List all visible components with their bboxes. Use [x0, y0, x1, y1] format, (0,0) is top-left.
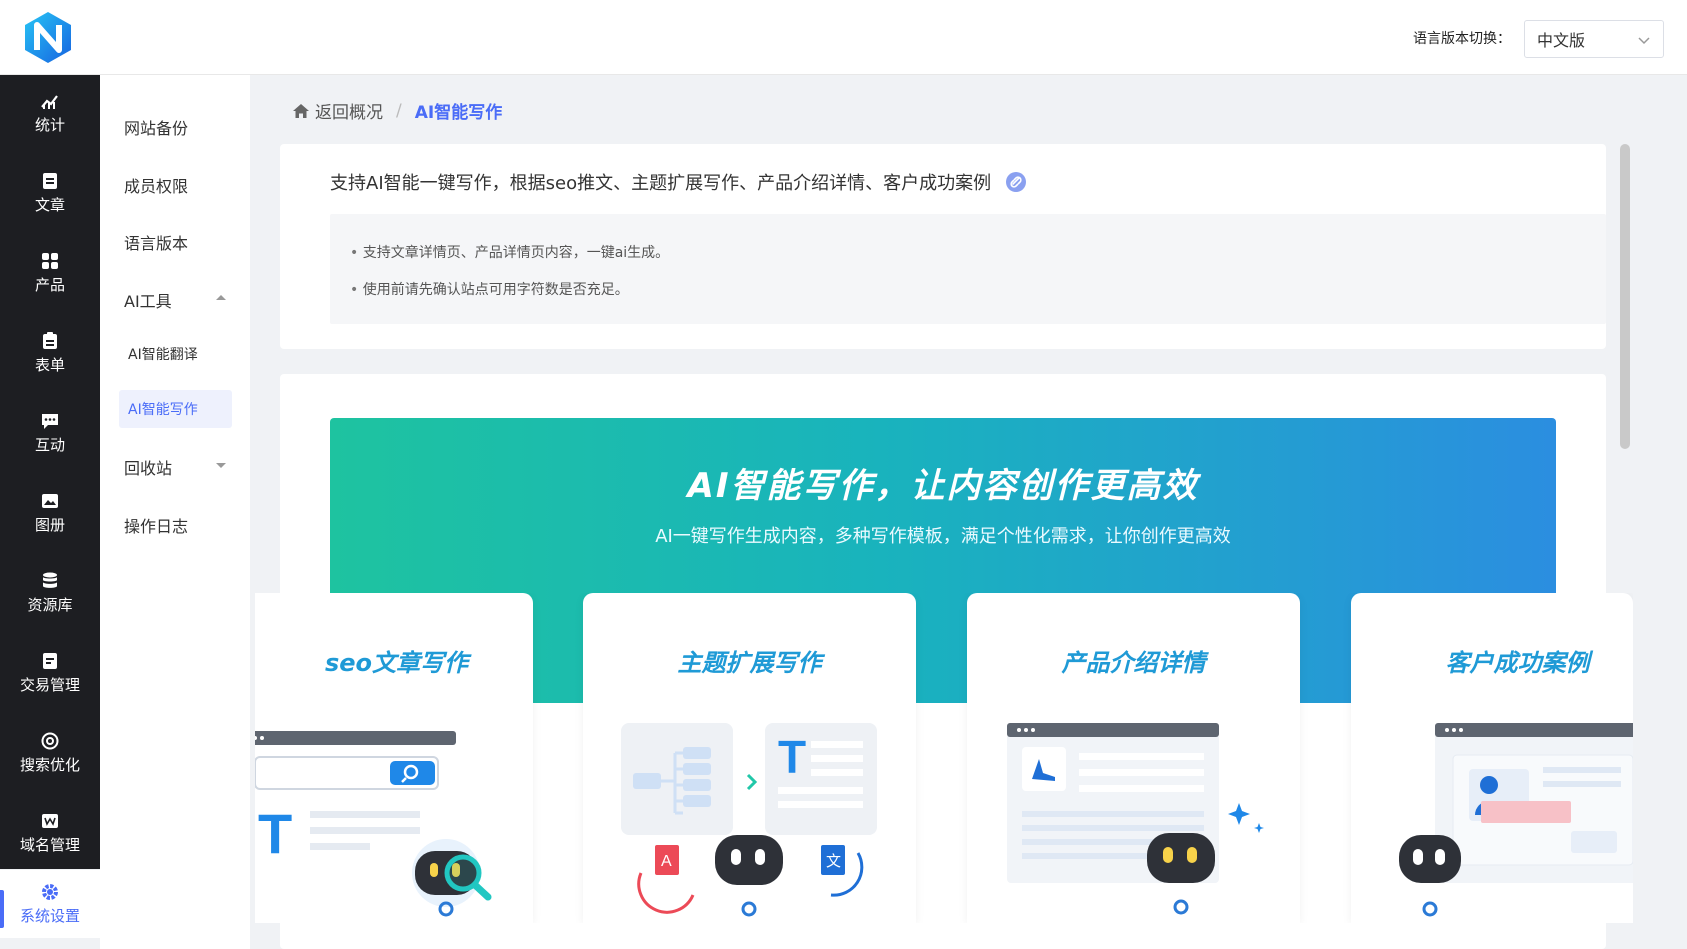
target-icon — [41, 732, 59, 750]
subnav-item-recycle-bin[interactable]: 回收站 — [124, 455, 172, 479]
case-robot-illustration — [1399, 723, 1633, 917]
caret-up-icon — [216, 295, 226, 300]
template-cards: seo文章写作 T 主题扩展写作 T A 文 产品介绍详情 客户成功案例 — [255, 593, 1633, 923]
hero-subtitle: AI一键写作生成内容，多种写作模板，满足个性化需求，让你创作更高效 — [655, 526, 1231, 547]
language-switch-label: 语言版本切换： — [1413, 31, 1511, 47]
template-card-product-detail[interactable]: 产品介绍详情 — [967, 593, 1300, 923]
vertical-scrollbar[interactable] — [1620, 144, 1630, 449]
caret-down-icon — [216, 463, 226, 468]
top-header: 语言版本切换： 中文版 — [0, 0, 1687, 75]
nav-item-gallery[interactable]: 图册 — [0, 477, 100, 549]
subnav-item-website-backup[interactable]: 网站备份 — [124, 115, 188, 139]
intro-tips: 支持文章详情页、产品详情页内容，一键ai生成。 使用前请先确认站点可用字符数是否… — [330, 214, 1606, 324]
nav-label: 统计 — [34, 116, 65, 134]
svg-text:A: A — [661, 853, 672, 870]
template-card-theme-expansion[interactable]: 主题扩展写作 T A 文 — [583, 593, 916, 923]
nav-item-resources[interactable]: 资源库 — [0, 557, 100, 629]
subnav-item-ai-writing[interactable]: AI智能写作 — [119, 390, 232, 428]
article-icon — [43, 173, 57, 189]
hero-title: AI智能写作，让内容创作更高效 — [687, 466, 1199, 506]
nav-label: 产品 — [34, 276, 65, 294]
nav-label: 域名管理 — [19, 836, 80, 854]
svg-text:T: T — [258, 802, 292, 865]
nav-label: 系统设置 — [19, 907, 80, 925]
active-indicator — [0, 890, 4, 928]
svg-text:T: T — [778, 731, 806, 783]
intro-card: 支持AI智能一键写作，根据seo推文、主题扩展写作、产品介绍详情、客户成功案例 … — [280, 144, 1606, 349]
grid-icon — [42, 253, 58, 269]
nav-label: 交易管理 — [19, 676, 80, 694]
intro-tip: 支持文章详情页、产品详情页内容，一键ai生成。 — [350, 242, 1606, 262]
subnav-item-ai-tools[interactable]: AI工具 — [124, 288, 172, 312]
chevron-down-icon — [1638, 37, 1650, 45]
breadcrumb-current: AI智能写作 — [414, 103, 503, 123]
subnav-item-language-version[interactable]: 语言版本 — [124, 230, 188, 254]
nav-label: 表单 — [34, 356, 65, 374]
database-icon — [43, 572, 57, 588]
template-card-title: 主题扩展写作 — [677, 649, 822, 677]
nav-item-statistics[interactable]: 统计 — [0, 77, 100, 149]
nav-label: 搜索优化 — [19, 756, 80, 774]
nav-item-products[interactable]: 产品 — [0, 237, 100, 309]
settings-subnav: 网站备份 成员权限 语言版本 AI工具 AI智能翻译 AI智能写作 回收站 操作… — [100, 75, 250, 949]
breadcrumb-home-link[interactable]: 返回概况 — [292, 98, 383, 123]
domain-icon — [42, 814, 58, 828]
product-robot-illustration — [1007, 723, 1264, 915]
nav-item-interaction[interactable]: 互动 — [0, 397, 100, 469]
gallery-icon — [42, 494, 58, 508]
subnav-label: AI智能写作 — [128, 402, 198, 418]
nav-label: 互动 — [34, 436, 65, 454]
gear-icon — [42, 884, 58, 900]
template-card-title: 客户成功案例 — [1445, 649, 1590, 677]
template-card-title: 产品介绍详情 — [1061, 649, 1206, 677]
intro-tip: 使用前请先确认站点可用字符数是否充足。 — [350, 279, 1606, 299]
subnav-item-member-permissions[interactable]: 成员权限 — [124, 173, 188, 197]
subnav-item-operation-log[interactable]: 操作日志 — [124, 513, 188, 537]
intro-title: 支持AI智能一键写作，根据seo推文、主题扩展写作、产品介绍详情、客户成功案例 — [330, 169, 1027, 195]
mindmap-robot-illustration: T A 文 — [621, 723, 877, 917]
main-sidebar: 统计 文章 产品 表单 互动 图册 资源库 交易管理 搜索优化 域名管理 — [0, 75, 100, 869]
order-icon — [43, 653, 57, 669]
seo-robot-illustration: T — [255, 731, 492, 917]
nav-item-seo[interactable]: 搜索优化 — [0, 717, 100, 789]
nav-item-domains[interactable]: 域名管理 — [0, 797, 100, 869]
nav-label: 文章 — [34, 196, 65, 214]
nav-item-forms[interactable]: 表单 — [0, 317, 100, 389]
link-icon[interactable] — [1005, 171, 1027, 193]
breadcrumb-separator: / — [396, 100, 402, 121]
nav-item-system-settings[interactable]: 系统设置 — [0, 870, 100, 938]
language-select[interactable]: 中文版 — [1524, 20, 1664, 58]
nav-item-articles[interactable]: 文章 — [0, 157, 100, 229]
nav-item-transactions[interactable]: 交易管理 — [0, 637, 100, 709]
nav-label: 图册 — [34, 516, 65, 534]
intro-title-text: 支持AI智能一键写作，根据seo推文、主题扩展写作、产品介绍详情、客户成功案例 — [330, 173, 992, 194]
template-card-title: seo文章写作 — [324, 649, 469, 677]
clipboard-icon — [43, 332, 57, 349]
language-select-value: 中文版 — [1537, 31, 1586, 50]
subnav-item-ai-translate[interactable]: AI智能翻译 — [128, 344, 198, 364]
chat-icon — [42, 414, 58, 429]
chart-icon — [41, 95, 58, 109]
logo[interactable] — [22, 10, 74, 65]
template-card-seo[interactable]: seo文章写作 T — [255, 593, 533, 923]
breadcrumb: 返回概况 / AI智能写作 — [292, 98, 502, 123]
template-card-customer-case[interactable]: 客户成功案例 — [1351, 593, 1633, 923]
svg-text:文: 文 — [826, 853, 841, 870]
breadcrumb-home-label: 返回概况 — [315, 103, 383, 123]
nav-label: 资源库 — [27, 596, 73, 614]
home-icon — [293, 103, 309, 118]
